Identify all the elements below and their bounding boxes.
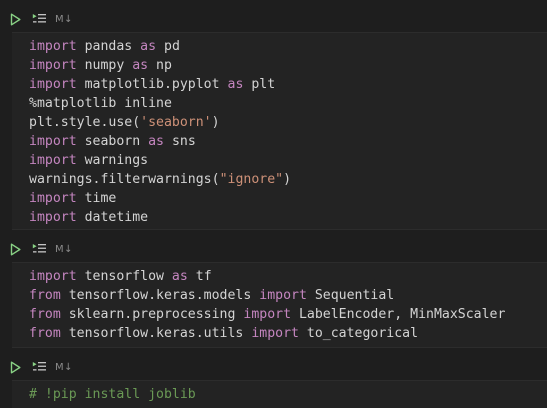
code-token: plt — [243, 77, 276, 92]
code-line: import warnings — [29, 151, 148, 170]
code-token: Sequential — [306, 288, 395, 303]
code-token: from — [29, 288, 61, 303]
code-token: pandas — [76, 39, 141, 54]
code-token: tf — [187, 269, 212, 284]
code-token: ) — [283, 172, 292, 187]
code-token: # !pip install joblib — [29, 387, 196, 402]
code-token: import — [259, 288, 307, 303]
code-token: import — [29, 39, 77, 54]
code-line: import tensorflow as tf — [29, 267, 212, 286]
code-token: import — [29, 210, 77, 225]
run-cell-icon[interactable] — [8, 12, 22, 26]
code-token: as — [227, 77, 244, 92]
cell-toolbar-3: M↓ — [0, 355, 547, 379]
code-line: from tensorflow.keras.utils import to_ca… — [29, 324, 418, 343]
code-token: datetime — [76, 210, 149, 225]
code-line: %matplotlib inline — [29, 94, 172, 113]
code-token: import — [29, 77, 77, 92]
code-token: import — [29, 191, 77, 206]
code-cell-1[interactable]: import pandas as pd import numpy as np i… — [12, 32, 547, 230]
code-token: tensorflow — [76, 269, 172, 284]
run-below-icon[interactable] — [31, 360, 47, 374]
code-cell-3[interactable]: # !pip install joblib — [12, 380, 547, 408]
code-token: tensorflow.keras.models — [60, 288, 260, 303]
markdown-toggle[interactable]: M↓ — [55, 362, 73, 373]
code-token: warnings — [76, 153, 149, 168]
code-token: warnings.filterwarnings( — [29, 172, 220, 187]
cell-toolbar-2: M↓ — [0, 237, 547, 261]
code-token: LabelEncoder, MinMaxScaler — [291, 307, 506, 322]
code-token: sklearn.preprocessing — [60, 307, 244, 322]
run-below-icon[interactable] — [31, 12, 47, 26]
code-line: # !pip install joblib — [29, 385, 196, 404]
code-token: matplotlib.pyplot — [76, 77, 228, 92]
code-line: import pandas as pd — [29, 37, 180, 56]
code-line: import numpy as np — [29, 56, 172, 75]
run-cell-icon[interactable] — [8, 360, 22, 374]
code-line: warnings.filterwarnings("ignore") — [29, 170, 291, 189]
code-token: seaborn — [76, 134, 149, 149]
code-token: as — [148, 134, 164, 149]
code-token: from — [29, 326, 61, 341]
code-token: as — [140, 39, 157, 54]
code-token: plt.style.use( — [29, 115, 141, 130]
code-token: import — [243, 307, 292, 322]
code-token: "ignore" — [219, 172, 284, 187]
run-cell-icon[interactable] — [8, 242, 22, 256]
code-token: import — [29, 134, 77, 149]
cell-toolbar-1: M↓ — [0, 7, 547, 31]
code-token: to_categorical — [298, 326, 419, 341]
code-token: numpy — [76, 58, 133, 73]
code-token: import — [251, 326, 299, 341]
code-token: tensorflow.keras.utils — [60, 326, 252, 341]
code-line: from tensorflow.keras.models import Sequ… — [29, 286, 394, 305]
code-token: sns — [164, 134, 196, 149]
code-cell-2[interactable]: import tensorflow as tf from tensorflow.… — [12, 262, 547, 348]
run-below-icon[interactable] — [31, 242, 47, 256]
code-token: pd — [156, 39, 180, 54]
code-token: import — [29, 269, 77, 284]
code-line: import time — [29, 189, 116, 208]
code-token: ) — [211, 115, 220, 130]
code-token: from — [29, 307, 61, 322]
code-token: as — [132, 58, 149, 73]
code-token: import — [29, 58, 77, 73]
markdown-toggle[interactable]: M↓ — [55, 244, 73, 255]
code-line: from sklearn.preprocessing import LabelE… — [29, 305, 505, 324]
code-line: import datetime — [29, 208, 148, 227]
code-token: np — [148, 58, 172, 73]
code-line: plt.style.use('seaborn') — [29, 113, 220, 132]
code-line: import seaborn as sns — [29, 132, 196, 151]
code-token: time — [76, 191, 117, 206]
code-token: as — [171, 269, 188, 284]
code-token: %matplotlib inline — [29, 96, 172, 111]
code-token: 'seaborn' — [140, 115, 212, 130]
code-token: import — [29, 153, 77, 168]
code-line: import matplotlib.pyplot as plt — [29, 75, 275, 94]
markdown-toggle[interactable]: M↓ — [55, 14, 73, 25]
